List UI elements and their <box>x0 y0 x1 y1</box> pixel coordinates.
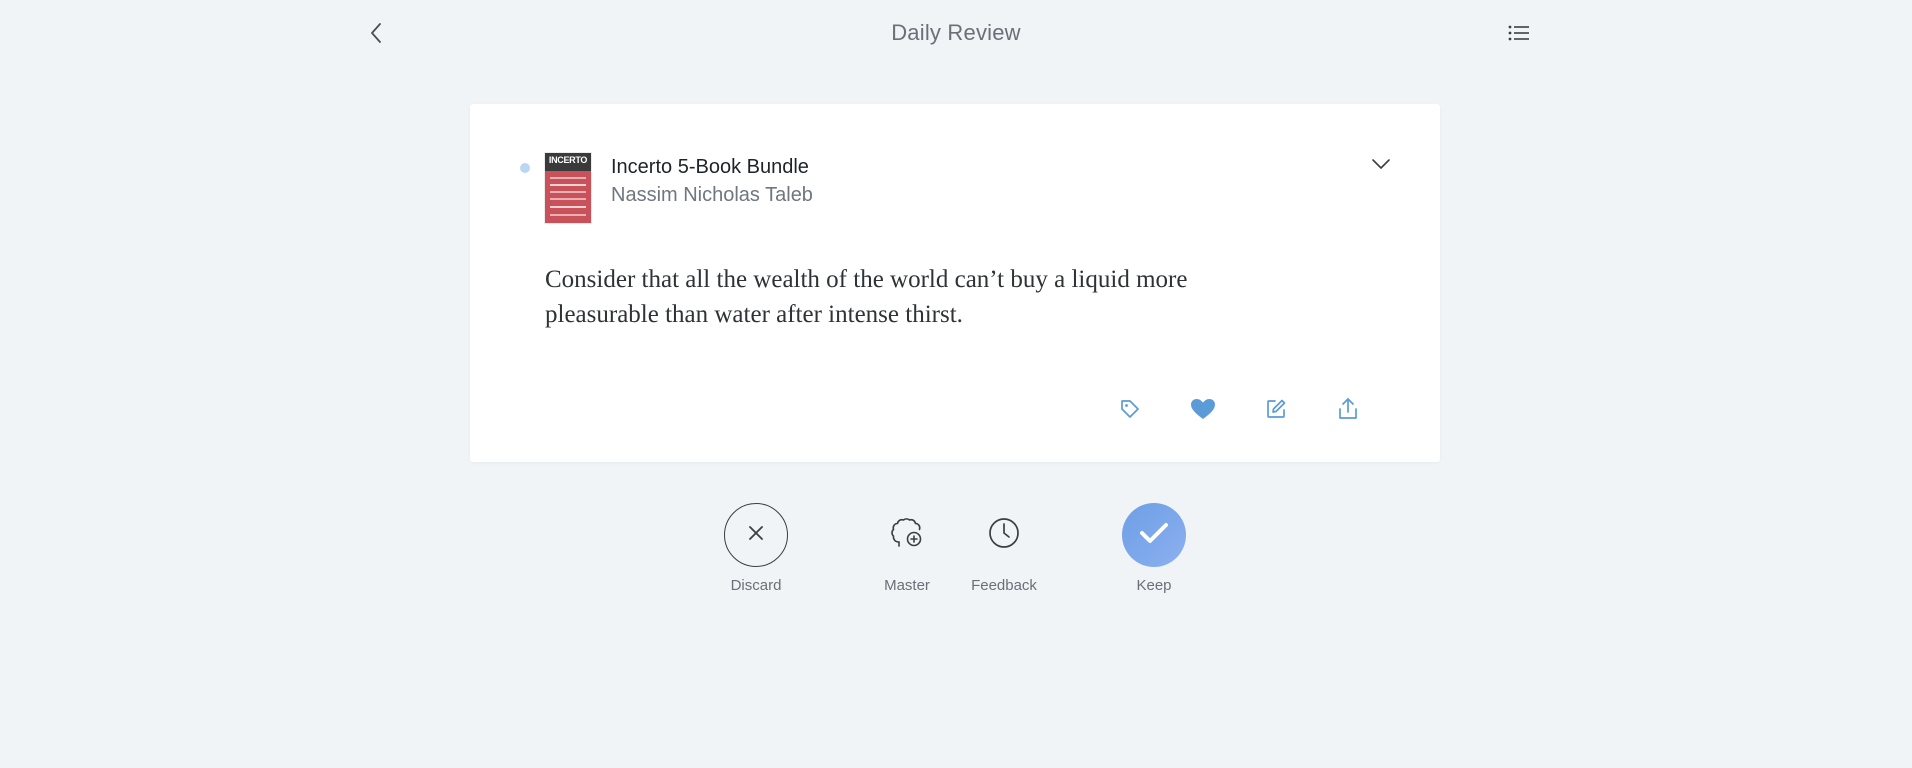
discard-label: Discard <box>730 577 782 594</box>
feedback-icon-wrap <box>972 503 1036 567</box>
keep-label: Keep <box>1136 577 1172 594</box>
highlight-text: Consider that all the wealth of the worl… <box>545 266 1188 328</box>
feedback-button[interactable]: Feedback <box>962 503 1046 594</box>
discard-button[interactable]: Discard <box>716 503 796 594</box>
tag-icon <box>1119 398 1141 425</box>
list-button[interactable] <box>1502 18 1536 52</box>
feedback-label: Feedback <box>971 577 1037 594</box>
keep-circle <box>1122 503 1186 567</box>
page-title: Daily Review <box>891 20 1021 45</box>
edit-button[interactable] <box>1261 396 1291 426</box>
share-button[interactable] <box>1333 396 1363 426</box>
highlight-card: INCERTO Incerto 5-Book Bundle Nassim Nic… <box>470 104 1440 462</box>
cover-line <box>550 206 586 208</box>
book-title[interactable]: Incerto 5-Book Bundle <box>611 156 809 179</box>
cover-title: INCERTO <box>548 155 588 165</box>
expand-button[interactable] <box>1366 151 1396 181</box>
book-cover[interactable]: INCERTO <box>545 153 591 223</box>
tag-button[interactable] <box>1115 396 1145 426</box>
keep-button[interactable]: Keep <box>1114 503 1194 594</box>
chevron-down-icon <box>1371 157 1391 175</box>
cover-line <box>550 191 586 193</box>
cover-line <box>550 198 586 200</box>
cover-line <box>550 177 586 179</box>
master-icon-wrap <box>875 503 939 567</box>
check-icon <box>1139 521 1169 550</box>
share-icon <box>1337 397 1359 426</box>
edit-icon <box>1265 398 1287 425</box>
discard-circle <box>724 503 788 567</box>
favorite-button[interactable] <box>1188 396 1218 426</box>
unread-indicator <box>520 163 530 173</box>
master-button[interactable]: Master <box>867 503 947 594</box>
card-actions <box>470 396 1440 426</box>
cover-line <box>550 184 586 186</box>
clock-icon <box>987 516 1021 555</box>
close-icon <box>747 524 765 547</box>
brain-plus-icon <box>890 517 924 554</box>
book-author: Nassim Nicholas Taleb <box>611 184 813 206</box>
list-icon <box>1507 23 1531 48</box>
master-label: Master <box>884 577 930 594</box>
cover-line <box>550 214 586 216</box>
top-bar: Daily Review <box>0 0 1912 70</box>
heart-icon <box>1190 398 1216 425</box>
